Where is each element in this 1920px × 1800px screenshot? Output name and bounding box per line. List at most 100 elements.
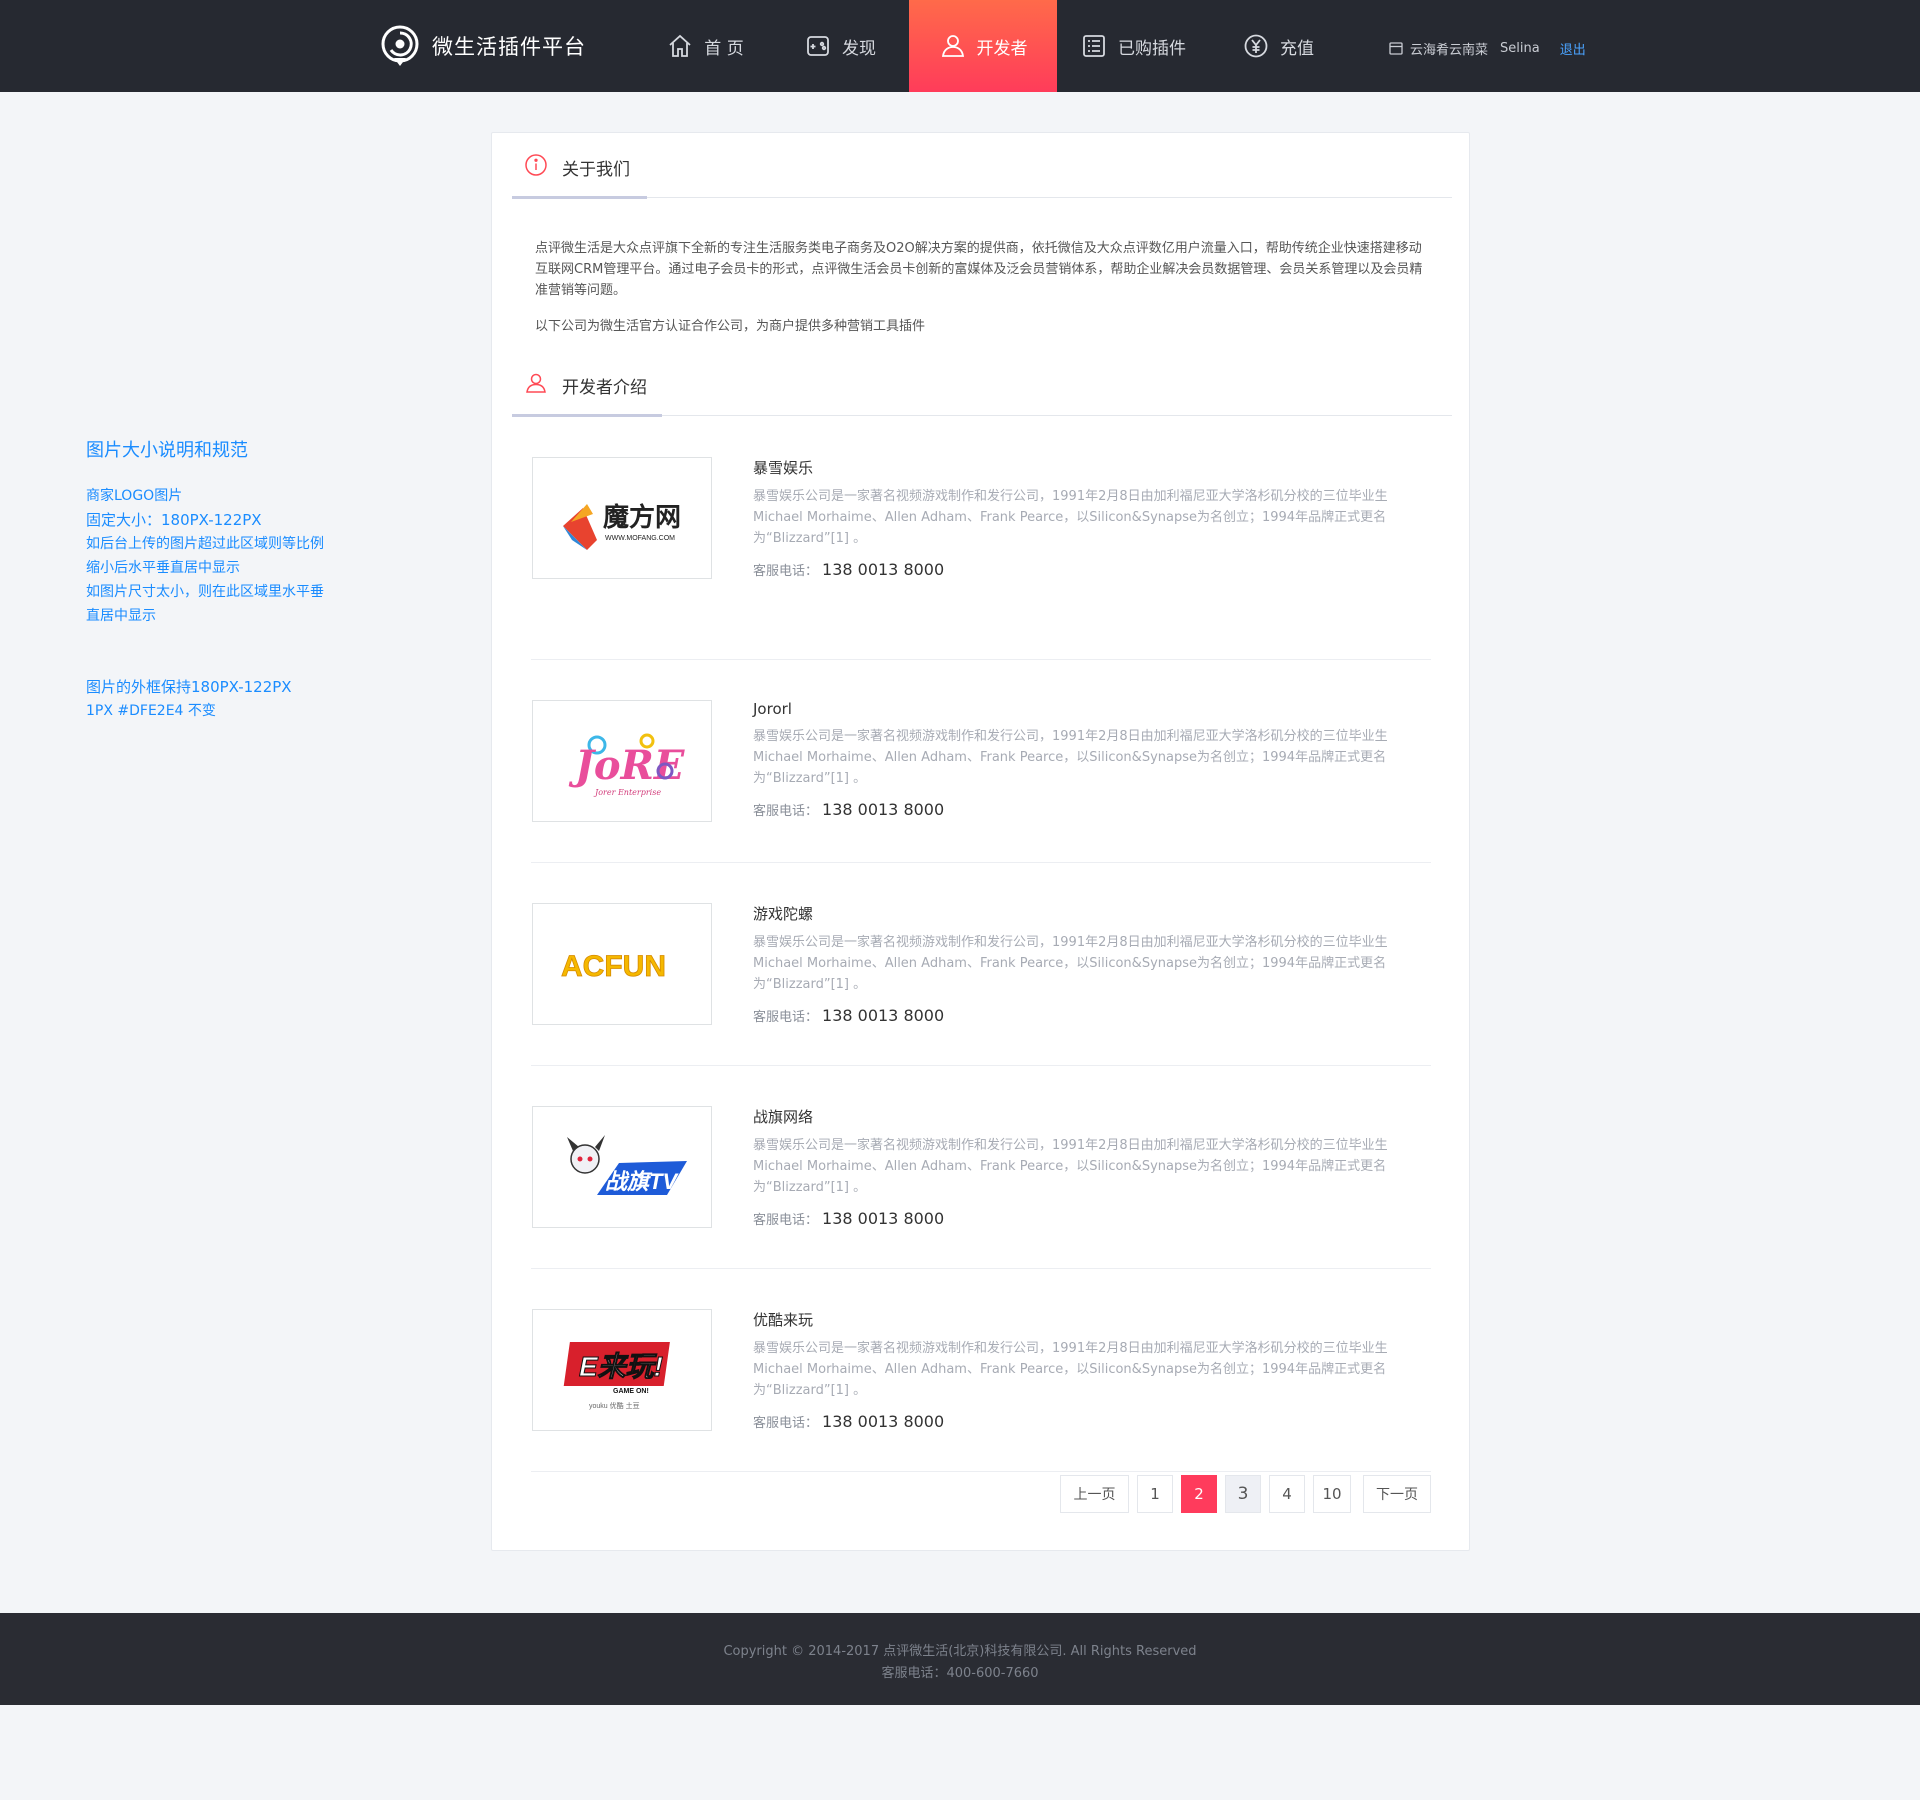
nav-recharge-label: 充值 xyxy=(1280,38,1314,59)
nav-purchased-plugins[interactable]: 已购插件 xyxy=(1072,0,1194,92)
mofang-logo-icon: 魔方网 WWW.MOFANG.COM xyxy=(563,502,681,550)
about-partner-note: 以下公司为微生活官方认证合作公司，为商户提供多种营销工具插件 xyxy=(535,319,926,334)
tab-underline xyxy=(512,196,647,199)
developer-logo[interactable]: 魔方网 WWW.MOFANG.COM xyxy=(532,457,712,579)
developer-description: 暴雪娱乐公司是一家著名视频游戏制作和发行公司，1991年2月8日由加利福尼亚大学… xyxy=(753,1341,1388,1398)
developer-phone: 客服电话： 138 0013 8000 xyxy=(753,560,1423,579)
info-icon xyxy=(525,154,547,176)
spec-line: 缩小后水平垂直居中显示 xyxy=(86,560,240,576)
developer-phone: 客服电话： 138 0013 8000 xyxy=(753,1209,1423,1228)
phone-label: 客服电话： xyxy=(753,1213,819,1228)
developer-description: 暴雪娱乐公司是一家著名视频游戏制作和发行公司，1991年2月8日由加利福尼亚大学… xyxy=(753,935,1388,992)
developer-name: 游戏陀螺 xyxy=(753,905,814,923)
developer-logo[interactable]: 战旗TV xyxy=(532,1106,712,1228)
list-icon xyxy=(1083,35,1105,57)
brand-name: 微生活插件平台 xyxy=(432,35,586,59)
jorer-logo-icon: JoRE Jorer Enterprise xyxy=(568,733,685,797)
nav-discover[interactable]: 发现 xyxy=(790,0,890,92)
developer-phone: 客服电话： 138 0013 8000 xyxy=(753,800,1423,819)
prev-page-button[interactable]: 上一页 xyxy=(1060,1475,1129,1513)
developer-item[interactable]: JoRE Jorer Enterprise Jororl 暴雪娱乐公司是一家著名… xyxy=(531,660,1431,863)
phone-label: 客服电话： xyxy=(753,564,819,579)
developer-item[interactable]: E来玩! GAME ON! youku 优酷 土豆 优酷来玩 暴雪娱乐公司是一家… xyxy=(531,1269,1431,1472)
about-title: 关于我们 xyxy=(562,160,630,180)
youku-laiwan-logo-icon: E来玩! GAME ON! youku 优酷 土豆 xyxy=(563,1342,670,1410)
next-page-button[interactable]: 下一页 xyxy=(1363,1475,1431,1513)
footer: Copyright © 2014-2017 点评微生活(北京)科技有限公司. A… xyxy=(0,1613,1920,1705)
home-icon xyxy=(669,34,691,57)
zhanqi-logo-icon: 战旗TV xyxy=(567,1135,687,1195)
user-area: 云海肴云南菜 Selina 退出 xyxy=(1388,38,1586,58)
nav-discover-label: 发现 xyxy=(842,38,876,59)
pagination: 上一页 1 2 3 4 10 下一页 xyxy=(1060,1475,1439,1513)
developer-name: Jororl xyxy=(753,700,792,718)
user-icon xyxy=(941,35,964,57)
brand[interactable]: 微生活插件平台 xyxy=(380,22,586,70)
page-button-current[interactable]: 2 xyxy=(1181,1475,1217,1513)
developer-info: Jororl 暴雪娱乐公司是一家著名视频游戏制作和发行公司，1991年2月8日由… xyxy=(753,700,1423,819)
developer-name: 暴雪娱乐 xyxy=(753,459,814,477)
spec-line: 商家LOGO图片 xyxy=(86,488,183,504)
zhanqi-logo-text: 战旗TV xyxy=(605,1169,679,1194)
developer-title: 开发者介绍 xyxy=(562,378,647,398)
phone-label: 客服电话： xyxy=(753,1010,819,1025)
nav-home-label: 首 页 xyxy=(704,38,744,59)
about-paragraph: 点评微生活是大众点评旗下全新的专注生活服务类电子商务及O2O解决方案的提供商，依… xyxy=(535,241,1423,298)
mofang-logo-sub: WWW.MOFANG.COM xyxy=(605,535,675,542)
yen-coin-icon xyxy=(1244,34,1268,58)
phone-label: 客服电话： xyxy=(753,804,819,819)
spec-line: 1PX #DFE2E4 不变 xyxy=(86,703,216,719)
spec-line: 如后台上传的图片超过此区域则等比例 xyxy=(86,536,324,552)
user-name: Selina xyxy=(1500,40,1540,56)
spec-title: 图片大小说明和规范 xyxy=(86,440,248,461)
gamepad-icon xyxy=(807,36,829,56)
phone-number: 138 0013 8000 xyxy=(822,560,945,579)
spec-line: 固定大小：180PX-122PX xyxy=(86,511,262,529)
developer-item[interactable]: ACFUN 游戏陀螺 暴雪娱乐公司是一家著名视频游戏制作和发行公司，1991年2… xyxy=(531,863,1431,1066)
user-outline-icon xyxy=(526,373,546,393)
page-button[interactable]: 1 xyxy=(1137,1475,1173,1513)
logout-link[interactable]: 退出 xyxy=(1560,39,1586,58)
laiwan-logo-footer: youku 优酷 土豆 xyxy=(589,1401,640,1410)
developer-description: 暴雪娱乐公司是一家著名视频游戏制作和发行公司，1991年2月8日由加利福尼亚大学… xyxy=(753,1138,1388,1195)
laiwan-logo-text: E来玩! xyxy=(579,1351,663,1382)
developer-item[interactable]: 战旗TV 战旗网络 暴雪娱乐公司是一家著名视频游戏制作和发行公司，1991年2月… xyxy=(531,1066,1431,1269)
acfun-logo-icon: ACFUN xyxy=(561,950,667,984)
developer-logo[interactable]: ACFUN xyxy=(532,903,712,1025)
developer-description: 暴雪娱乐公司是一家著名视频游戏制作和发行公司，1991年2月8日由加利福尼亚大学… xyxy=(753,489,1388,546)
page-button[interactable]: 10 xyxy=(1313,1475,1351,1513)
nav-developer-label: 开发者 xyxy=(976,38,1028,59)
page-button[interactable]: 3 xyxy=(1225,1475,1261,1513)
top-navbar: 微生活插件平台 首 页 发现 开发者 已购插件 充值 云海肴云南菜 Selina… xyxy=(0,0,1920,92)
store-icon xyxy=(1389,42,1403,55)
developer-phone: 客服电话： 138 0013 8000 xyxy=(753,1412,1423,1431)
phone-label: 客服电话： xyxy=(753,1416,819,1431)
phone-number: 138 0013 8000 xyxy=(822,1006,945,1025)
developer-name: 优酷来玩 xyxy=(753,1311,814,1329)
nav-home[interactable]: 首 页 xyxy=(650,0,760,92)
developer-phone: 客服电话： 138 0013 8000 xyxy=(753,1006,1423,1025)
nav-recharge[interactable]: 充值 xyxy=(1236,0,1320,92)
acfun-logo-text: ACFUN xyxy=(561,950,666,983)
developer-item[interactable]: 魔方网 WWW.MOFANG.COM 暴雪娱乐 暴雪娱乐公司是一家著名视频游戏制… xyxy=(531,457,1431,660)
developer-info: 暴雪娱乐 暴雪娱乐公司是一家著名视频游戏制作和发行公司，1991年2月8日由加利… xyxy=(753,457,1423,579)
mofang-logo-text: 魔方网 xyxy=(603,502,681,532)
developer-section-header: 开发者介绍 xyxy=(512,351,1452,417)
store-name[interactable]: 云海肴云南菜 xyxy=(1410,39,1488,58)
developer-logo[interactable]: E来玩! GAME ON! youku 优酷 土豆 xyxy=(532,1309,712,1431)
developer-name: 战旗网络 xyxy=(753,1108,814,1126)
nav-developer[interactable]: 开发者 xyxy=(909,0,1057,92)
jorer-logo-sub: Jorer Enterprise xyxy=(593,788,661,797)
footer-copyright: Copyright © 2014-2017 点评微生活(北京)科技有限公司. A… xyxy=(723,1644,1197,1659)
tab-underline xyxy=(512,414,662,417)
about-section-header: 关于我们 xyxy=(512,133,1452,199)
spec-line: 图片的外框保持180PX-122PX xyxy=(86,678,292,696)
developer-list: 魔方网 WWW.MOFANG.COM 暴雪娱乐 暴雪娱乐公司是一家著名视频游戏制… xyxy=(531,457,1431,1472)
phone-number: 138 0013 8000 xyxy=(822,1209,945,1228)
brand-logo-icon xyxy=(381,25,419,66)
page-button[interactable]: 4 xyxy=(1269,1475,1305,1513)
spec-line: 如图片尺寸太小，则在此区域里水平垂 xyxy=(86,584,324,600)
phone-number: 138 0013 8000 xyxy=(822,1412,945,1431)
developer-logo[interactable]: JoRE Jorer Enterprise xyxy=(532,700,712,822)
developer-info: 战旗网络 暴雪娱乐公司是一家著名视频游戏制作和发行公司，1991年2月8日由加利… xyxy=(753,1106,1423,1228)
